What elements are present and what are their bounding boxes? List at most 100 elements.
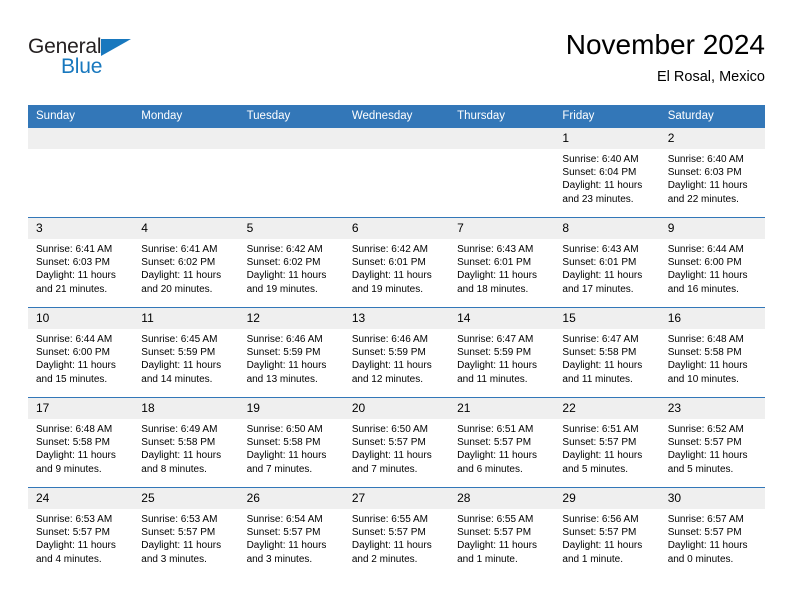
daylight-text: Daylight: 11 hours and 8 minutes. bbox=[141, 450, 222, 475]
daylight-text: Daylight: 11 hours and 7 minutes. bbox=[351, 450, 432, 475]
calendar-day-cell[interactable]: 1 Sunrise: 6:40 AM Sunset: 6:04 PM Daylight… bbox=[554, 127, 660, 218]
calendar-day-cell[interactable]: 10 Sunrise: 6:44 AM Sunset: 6:00 PM Dayligh… bbox=[28, 307, 134, 398]
weekday-header-row: Sunday Monday Tuesday Wednesday Thursday… bbox=[28, 105, 765, 128]
calendar-day-cell[interactable]: 4 Sunrise: 6:41 AM Sunset: 6:02 PM Daylight… bbox=[133, 217, 239, 308]
day-number bbox=[343, 128, 450, 149]
sunrise-text: Sunrise: 6:55 AM bbox=[457, 514, 534, 525]
calendar-day-cell[interactable]: 20 Sunrise: 6:50 AM Sunset: 5:57 PM Dayligh… bbox=[343, 397, 450, 488]
calendar-day-cell[interactable]: 26 Sunrise: 6:54 AM Sunset: 5:57 PM Dayligh… bbox=[238, 487, 344, 577]
day-number bbox=[133, 128, 239, 149]
day-details: Sunrise: 6:43 AM Sunset: 6:01 PM Daylight:… bbox=[554, 239, 659, 296]
daylight-text: Daylight: 11 hours and 5 minutes. bbox=[667, 450, 748, 475]
calendar-day-cell[interactable]: 30 Sunrise: 6:57 AM Sunset: 5:57 PM Dayligh… bbox=[659, 487, 765, 577]
calendar-day-cell[interactable]: 24 Sunrise: 6:53 AM Sunset: 5:57 PM Dayligh… bbox=[28, 487, 134, 577]
calendar-day-cell[interactable]: 25 Sunrise: 6:53 AM Sunset: 5:57 PM Dayligh… bbox=[133, 487, 239, 577]
weekday-header-thursday: Thursday bbox=[449, 105, 555, 128]
daylight-text: Daylight: 11 hours and 1 minute. bbox=[562, 540, 643, 565]
sunrise-text: Sunrise: 6:56 AM bbox=[562, 514, 639, 525]
day-number: 1 bbox=[554, 128, 660, 149]
daylight-text: Daylight: 11 hours and 10 minutes. bbox=[667, 360, 748, 385]
day-number: 12 bbox=[238, 308, 344, 329]
sunset-text: Sunset: 5:57 PM bbox=[457, 437, 532, 449]
calendar-day-cell[interactable]: 28 Sunrise: 6:55 AM Sunset: 5:57 PM Dayligh… bbox=[449, 487, 555, 577]
calendar-day-cell[interactable]: 15 Sunrise: 6:47 AM Sunset: 5:58 PM Dayligh… bbox=[554, 307, 660, 398]
calendar-day-cell[interactable]: 22 Sunrise: 6:51 AM Sunset: 5:57 PM Dayligh… bbox=[554, 397, 660, 488]
day-number: 23 bbox=[659, 398, 765, 419]
daylight-text: Daylight: 11 hours and 15 minutes. bbox=[36, 360, 116, 385]
day-details: Sunrise: 6:53 AM Sunset: 5:57 PM Daylight:… bbox=[28, 509, 133, 566]
daylight-text: Daylight: 11 hours and 11 minutes. bbox=[562, 360, 643, 385]
day-details: Sunrise: 6:41 AM Sunset: 6:02 PM Daylight:… bbox=[133, 239, 238, 296]
calendar-empty-cell bbox=[343, 127, 450, 218]
day-number: 22 bbox=[554, 398, 660, 419]
sunrise-text: Sunrise: 6:55 AM bbox=[351, 514, 428, 525]
day-number: 20 bbox=[343, 398, 450, 419]
daylight-text: Daylight: 11 hours and 1 minute. bbox=[457, 540, 537, 565]
daylight-text: Daylight: 11 hours and 7 minutes. bbox=[246, 450, 327, 475]
day-details: Sunrise: 6:51 AM Sunset: 5:57 PM Daylight:… bbox=[449, 419, 554, 476]
sunset-text: Sunset: 6:02 PM bbox=[246, 257, 321, 269]
calendar-day-cell[interactable]: 6 Sunrise: 6:42 AM Sunset: 6:01 PM Daylight… bbox=[343, 217, 450, 308]
calendar-day-cell[interactable]: 16 Sunrise: 6:48 AM Sunset: 5:58 PM Dayligh… bbox=[659, 307, 765, 398]
sunrise-text: Sunrise: 6:41 AM bbox=[141, 244, 218, 255]
day-details: Sunrise: 6:54 AM Sunset: 5:57 PM Daylight:… bbox=[239, 509, 344, 566]
sunrise-text: Sunrise: 6:41 AM bbox=[36, 244, 113, 255]
day-details: Sunrise: 6:40 AM Sunset: 6:04 PM Daylight:… bbox=[554, 149, 659, 206]
calendar-day-cell[interactable]: 27 Sunrise: 6:55 AM Sunset: 5:57 PM Dayligh… bbox=[343, 487, 450, 577]
page-title: November 2024 bbox=[565, 29, 765, 60]
day-details: Sunrise: 6:42 AM Sunset: 6:01 PM Daylight:… bbox=[344, 239, 449, 296]
calendar-week-row: 1 Sunrise: 6:40 AM Sunset: 6:04 PM Daylight… bbox=[28, 127, 765, 218]
sunset-text: Sunset: 6:01 PM bbox=[562, 257, 637, 269]
calendar-day-cell[interactable]: 18 Sunrise: 6:49 AM Sunset: 5:58 PM Dayligh… bbox=[133, 397, 239, 488]
calendar-day-cell[interactable]: 12 Sunrise: 6:46 AM Sunset: 5:59 PM Dayligh… bbox=[238, 307, 344, 398]
daylight-text: Daylight: 11 hours and 0 minutes. bbox=[667, 540, 748, 565]
sunrise-text: Sunrise: 6:45 AM bbox=[141, 334, 218, 345]
sunrise-text: Sunrise: 6:51 AM bbox=[457, 424, 534, 435]
daylight-text: Daylight: 11 hours and 3 minutes. bbox=[246, 540, 327, 565]
calendar-day-cell[interactable]: 11 Sunrise: 6:45 AM Sunset: 5:59 PM Dayligh… bbox=[133, 307, 239, 398]
day-number: 17 bbox=[28, 398, 134, 419]
day-details: Sunrise: 6:50 AM Sunset: 5:58 PM Daylight:… bbox=[239, 419, 344, 476]
sunset-text: Sunset: 5:57 PM bbox=[351, 527, 426, 539]
calendar-day-cell[interactable]: 7 Sunrise: 6:43 AM Sunset: 6:01 PM Daylight… bbox=[449, 217, 555, 308]
calendar-day-cell[interactable]: 2 Sunrise: 6:40 AM Sunset: 6:03 PM Daylight… bbox=[659, 127, 765, 218]
day-details: Sunrise: 6:43 AM Sunset: 6:01 PM Daylight:… bbox=[449, 239, 554, 296]
sunrise-text: Sunrise: 6:44 AM bbox=[667, 244, 744, 255]
calendar-day-cell[interactable]: 17 Sunrise: 6:48 AM Sunset: 5:58 PM Dayligh… bbox=[28, 397, 134, 488]
day-details: Sunrise: 6:49 AM Sunset: 5:58 PM Daylight:… bbox=[133, 419, 238, 476]
day-details: Sunrise: 6:57 AM Sunset: 5:57 PM Daylight:… bbox=[660, 509, 765, 566]
sunset-text: Sunset: 5:59 PM bbox=[351, 347, 426, 359]
day-number bbox=[28, 128, 134, 149]
calendar-day-cell[interactable]: 19 Sunrise: 6:50 AM Sunset: 5:58 PM Dayligh… bbox=[238, 397, 344, 488]
sunrise-text: Sunrise: 6:40 AM bbox=[667, 154, 744, 165]
sunrise-text: Sunrise: 6:46 AM bbox=[246, 334, 323, 345]
page-header: General Blue November 2024 El Rosal, Mex… bbox=[28, 28, 765, 98]
daylight-text: Daylight: 11 hours and 2 minutes. bbox=[351, 540, 432, 565]
calendar-day-cell[interactable]: 9 Sunrise: 6:44 AM Sunset: 6:00 PM Daylight… bbox=[659, 217, 765, 308]
calendar-day-cell[interactable]: 14 Sunrise: 6:47 AM Sunset: 5:59 PM Dayligh… bbox=[449, 307, 555, 398]
calendar-day-cell[interactable]: 29 Sunrise: 6:56 AM Sunset: 5:57 PM Dayligh… bbox=[554, 487, 660, 577]
calendar-day-cell[interactable]: 3 Sunrise: 6:41 AM Sunset: 6:03 PM Daylight… bbox=[28, 217, 134, 308]
day-details: Sunrise: 6:47 AM Sunset: 5:59 PM Daylight:… bbox=[449, 329, 554, 386]
sunset-text: Sunset: 5:57 PM bbox=[36, 527, 110, 539]
sunset-text: Sunset: 6:00 PM bbox=[667, 257, 742, 269]
sunset-text: Sunset: 6:02 PM bbox=[141, 257, 216, 269]
day-number: 18 bbox=[133, 398, 239, 419]
sunset-text: Sunset: 6:01 PM bbox=[351, 257, 426, 269]
day-number: 9 bbox=[659, 218, 765, 239]
sunrise-text: Sunrise: 6:40 AM bbox=[562, 154, 639, 165]
calendar-day-cell[interactable]: 5 Sunrise: 6:42 AM Sunset: 6:02 PM Daylight… bbox=[238, 217, 344, 308]
calendar-day-cell[interactable]: 8 Sunrise: 6:43 AM Sunset: 6:01 PM Daylight… bbox=[554, 217, 660, 308]
calendar-day-cell[interactable]: 23 Sunrise: 6:52 AM Sunset: 5:57 PM Dayligh… bbox=[659, 397, 765, 488]
calendar-empty-cell bbox=[449, 127, 555, 218]
sunrise-sunset-calendar: Sunday Monday Tuesday Wednesday Thursday… bbox=[28, 105, 765, 577]
calendar-empty-cell bbox=[133, 127, 239, 218]
sunrise-text: Sunrise: 6:43 AM bbox=[457, 244, 534, 255]
calendar-week-row: 10 Sunrise: 6:44 AM Sunset: 6:00 PM Dayligh… bbox=[28, 307, 765, 398]
sunset-text: Sunset: 5:58 PM bbox=[141, 437, 216, 449]
daylight-text: Daylight: 11 hours and 17 minutes. bbox=[562, 270, 643, 295]
sunset-text: Sunset: 5:58 PM bbox=[36, 437, 110, 449]
calendar-day-cell[interactable]: 13 Sunrise: 6:46 AM Sunset: 5:59 PM Dayligh… bbox=[343, 307, 450, 398]
sunrise-text: Sunrise: 6:48 AM bbox=[36, 424, 113, 435]
calendar-day-cell[interactable]: 21 Sunrise: 6:51 AM Sunset: 5:57 PM Dayligh… bbox=[449, 397, 555, 488]
